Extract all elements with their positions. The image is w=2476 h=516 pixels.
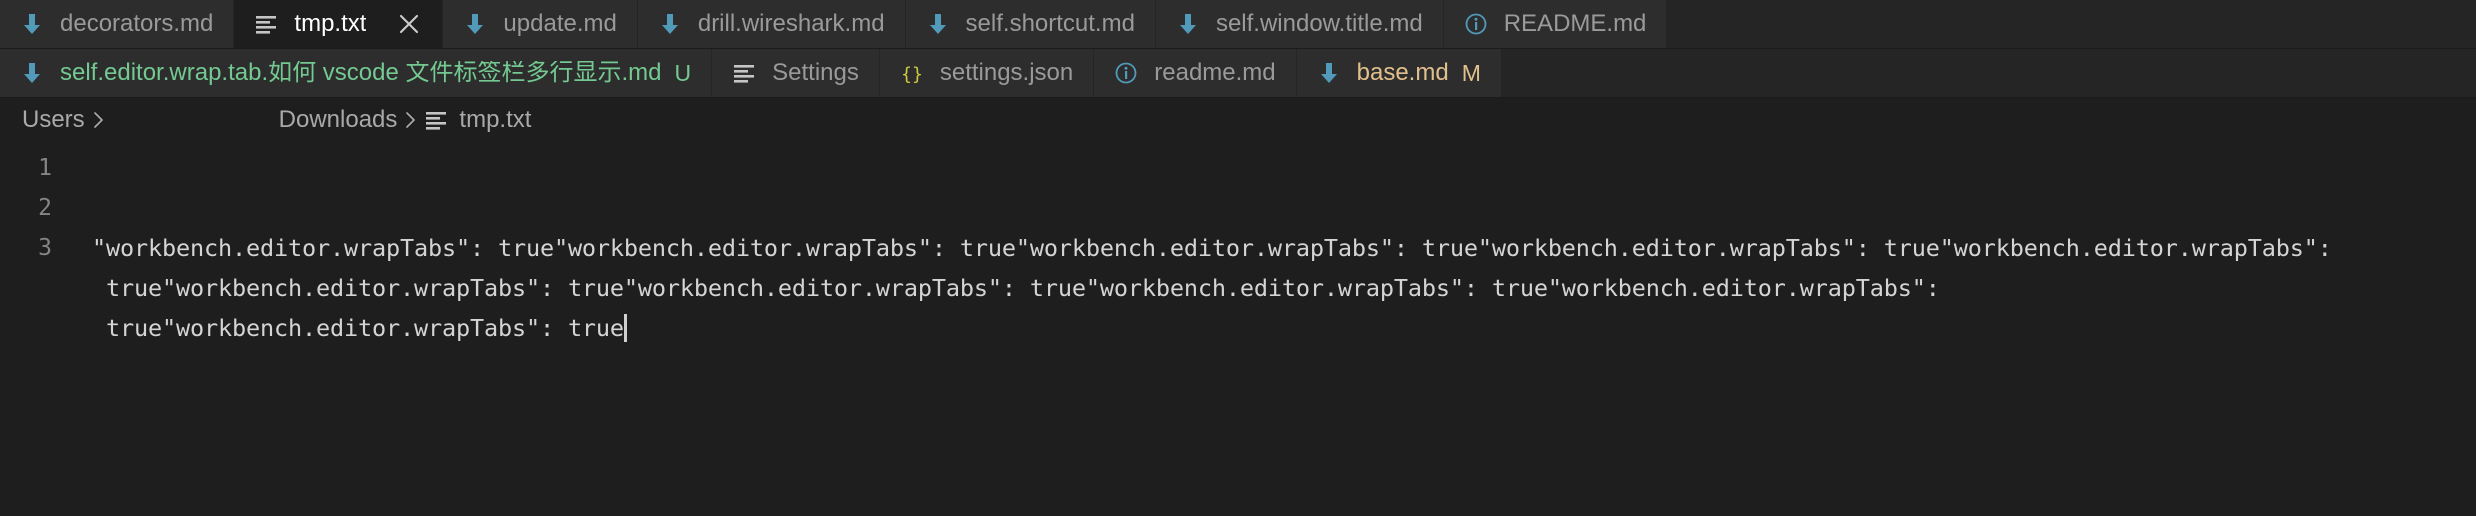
tab-label: update.md <box>503 12 617 36</box>
code-text: true"workbench.editor.wrapTabs": true"wo… <box>92 274 1940 302</box>
markdown-down-arrow-icon <box>1174 10 1202 38</box>
editor-tab-self.window.title.md[interactable]: self.window.title.md <box>1155 0 1444 48</box>
editor-tab-readme.md[interactable]: README.md <box>1443 0 1668 48</box>
line-number: 3 <box>38 235 52 261</box>
editor-tab-decorators.md[interactable]: decorators.md <box>0 0 235 48</box>
breadcrumb: Users Downloads tmp.txt <box>0 98 2476 142</box>
markdown-down-arrow-icon <box>18 59 46 87</box>
tab-label: base.md <box>1356 61 1449 85</box>
chevron-right-icon <box>85 110 111 130</box>
line-number-wrap-continuation <box>0 308 52 348</box>
svg-text:{}: {} <box>901 64 923 85</box>
tab-label: decorators.md <box>60 12 214 36</box>
info-circle-icon <box>1462 10 1490 38</box>
tab-label: drill.wireshark.md <box>697 12 885 36</box>
breadcrumb-item-users[interactable]: Users <box>22 106 85 134</box>
editor-tab-self.shortcut.md[interactable]: self.shortcut.md <box>905 0 1156 48</box>
editor-tab-self.editor.wrap.tab.-vscode-.md[interactable]: self.editor.wrap.tab.如何 vscode 文件标签栏多行显示… <box>0 49 713 97</box>
editor-tab-update.md[interactable]: update.md <box>443 0 638 48</box>
code-content[interactable]: "workbench.editor.wrapTabs": true"workbe… <box>78 148 2476 516</box>
code-line[interactable]: "workbench.editor.wrapTabs": true"workbe… <box>92 228 2456 268</box>
tab-row-2: self.editor.wrap.tab.如何 vscode 文件标签栏多行显示… <box>0 49 2476 98</box>
tab-label: self.editor.wrap.tab.如何 vscode 文件标签栏多行显示… <box>60 61 662 85</box>
tab-label: tmp.txt <box>294 12 367 36</box>
tab-row-empty-space <box>1501 49 2476 97</box>
markdown-down-arrow-icon <box>18 10 46 38</box>
line-number-wrap-continuation <box>0 268 52 308</box>
line-number: 2 <box>38 195 52 221</box>
code-line[interactable]: true"workbench.editor.wrapTabs": true <box>92 308 2456 348</box>
editor-tab-drill.wireshark.md[interactable]: drill.wireshark.md <box>637 0 906 48</box>
text-file-icon <box>252 10 280 38</box>
line-number: 1 <box>38 155 52 181</box>
editor-tab-bar: decorators.md tmp.txt update.md drill.wires… <box>0 0 2476 98</box>
tab-label: readme.md <box>1154 61 1276 85</box>
text-file-icon <box>423 107 449 133</box>
chevron-right-icon <box>397 110 423 130</box>
breadcrumb-label: Users <box>22 106 85 133</box>
text-cursor <box>623 314 627 342</box>
breadcrumb-item-tmp.txt[interactable]: tmp.txt <box>423 106 531 134</box>
tab-row-1: decorators.md tmp.txt update.md drill.wires… <box>0 0 2476 49</box>
code-text: "workbench.editor.wrapTabs": true"workbe… <box>92 234 2332 262</box>
markdown-down-arrow-icon <box>656 10 684 38</box>
breadcrumb-label: tmp.txt <box>459 106 532 133</box>
code-line[interactable]: true"workbench.editor.wrapTabs": true"wo… <box>92 268 2456 308</box>
close-icon[interactable] <box>396 11 422 37</box>
tab-label: self.window.title.md <box>1215 12 1423 36</box>
tab-row-empty-space <box>1667 0 2476 48</box>
text-file-icon <box>730 59 758 87</box>
markdown-down-arrow-icon <box>924 10 952 38</box>
json-braces-icon: {} <box>898 59 926 87</box>
editor-tab-tmp.txt[interactable]: tmp.txt <box>234 0 444 48</box>
tab-label: self.shortcut.md <box>965 12 1135 36</box>
tab-label: Settings <box>772 61 859 85</box>
line-number-gutter: 1 2 3 <box>0 148 78 516</box>
breadcrumb-item-downloads[interactable]: Downloads <box>279 106 398 134</box>
code-line[interactable] <box>92 148 2456 188</box>
editor-tab-settings.json[interactable]: {} settings.json <box>879 49 1095 97</box>
editor-tab-settings[interactable]: Settings <box>712 49 880 97</box>
text-editor[interactable]: 1 2 3 "workbench.editor.wrapTabs": true"wo… <box>0 142 2476 516</box>
breadcrumb-label: Downloads <box>278 106 398 133</box>
tab-git-status-badge: M <box>1461 59 1481 86</box>
code-text: true"workbench.editor.wrapTabs": true <box>92 314 624 342</box>
tab-git-status-badge: U <box>674 59 692 86</box>
tab-label: README.md <box>1503 12 1647 36</box>
vscode-window: decorators.md tmp.txt update.md drill.wires… <box>0 0 2476 516</box>
code-line[interactable] <box>92 188 2456 228</box>
editor-tab-readme.md[interactable]: readme.md <box>1094 49 1297 97</box>
editor-tab-base.md[interactable]: base.md M <box>1296 49 1502 97</box>
info-circle-icon <box>1112 59 1140 87</box>
markdown-down-arrow-icon <box>1315 59 1343 87</box>
markdown-down-arrow-icon <box>461 10 489 38</box>
tab-label: settings.json <box>939 61 1074 85</box>
